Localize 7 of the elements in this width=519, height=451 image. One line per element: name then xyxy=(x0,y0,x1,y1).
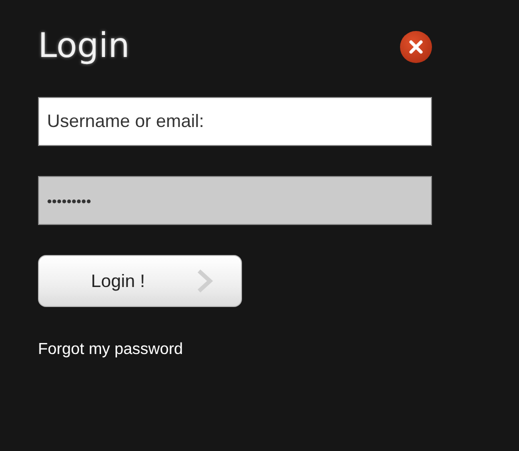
forgot-password-link[interactable]: Forgot my password xyxy=(38,341,183,359)
login-title: Login xyxy=(38,26,130,66)
username-field[interactable]: Username or email: xyxy=(38,97,432,146)
password-field[interactable]: ••••••••• xyxy=(38,176,432,225)
close-icon xyxy=(409,40,423,54)
close-button[interactable] xyxy=(400,31,432,63)
login-button[interactable]: Login ! xyxy=(38,255,242,307)
